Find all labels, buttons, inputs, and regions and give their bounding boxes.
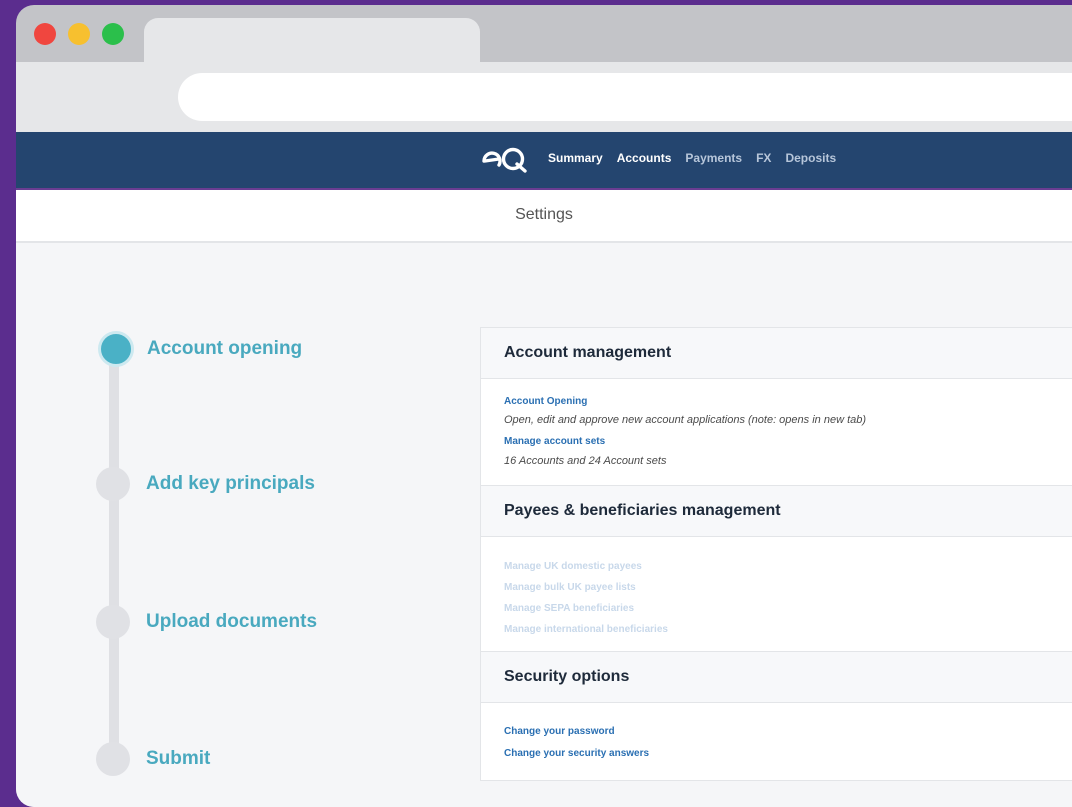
manage-sepa-beneficiaries-link[interactable]: Manage SEPA beneficiaries <box>504 603 634 614</box>
nav-links: Summary Accounts Payments FX Deposits <box>548 151 836 165</box>
account-opening-description: Open, edit and approve new account appli… <box>504 414 867 426</box>
section-payees-title: Payees & beneficiaries management <box>481 485 1072 537</box>
step-label: Add key principals <box>146 473 315 494</box>
window-controls <box>34 23 124 45</box>
eq-logo[interactable]: eQ <box>482 146 530 174</box>
step-indicator <box>96 467 130 501</box>
step-account-opening[interactable]: Account opening <box>96 331 302 367</box>
page-title: Settings <box>16 190 1072 243</box>
settings-panel: Account management Account Opening Open,… <box>480 327 1072 781</box>
step-add-key-principals[interactable]: Add key principals <box>96 466 315 502</box>
section-payees: Manage UK domestic payees Manage bulk UK… <box>481 537 1072 651</box>
section-security: Change your password Change your securit… <box>481 703 1072 779</box>
browser-window: eQ Summary Accounts Payments FX Deposits… <box>16 5 1072 807</box>
manage-bulk-uk-payee-lists-link[interactable]: Manage bulk UK payee lists <box>504 582 636 593</box>
step-indicator-active <box>98 331 134 367</box>
nav-accounts[interactable]: Accounts <box>617 151 672 165</box>
step-submit[interactable]: Submit <box>96 741 210 777</box>
step-upload-documents[interactable]: Upload documents <box>96 604 317 640</box>
step-indicator <box>96 605 130 639</box>
change-security-answers-link[interactable]: Change your security answers <box>504 748 649 759</box>
minimize-window-button[interactable] <box>68 23 90 45</box>
manage-account-sets-link[interactable]: Manage account sets <box>504 436 605 447</box>
main-content: Account opening Add key principals Uploa… <box>16 243 1072 807</box>
top-navigation: eQ Summary Accounts Payments FX Deposits <box>16 132 1072 190</box>
account-sets-summary: 16 Accounts and 24 Account sets <box>504 455 667 467</box>
maximize-window-button[interactable] <box>102 23 124 45</box>
close-window-button[interactable] <box>34 23 56 45</box>
section-security-title: Security options <box>481 651 1072 703</box>
onboarding-stepper: Account opening Add key principals Uploa… <box>96 331 416 781</box>
step-label: Submit <box>146 748 211 769</box>
account-opening-link[interactable]: Account Opening <box>504 396 587 407</box>
step-label: Account opening <box>147 338 303 359</box>
change-password-link[interactable]: Change your password <box>504 726 615 737</box>
manage-uk-domestic-payees-link[interactable]: Manage UK domestic payees <box>504 561 642 572</box>
section-account-management: Account Opening Open, edit and approve n… <box>481 379 1072 485</box>
nav-payments[interactable]: Payments <box>685 151 742 165</box>
nav-deposits[interactable]: Deposits <box>785 151 836 165</box>
manage-international-beneficiaries-link[interactable]: Manage international beneficiaries <box>504 624 668 635</box>
section-account-management-title: Account management <box>481 328 1072 379</box>
browser-toolbar <box>16 62 1072 136</box>
nav-summary[interactable]: Summary <box>548 151 603 165</box>
nav-fx[interactable]: FX <box>756 151 771 165</box>
stepper-track <box>109 347 119 757</box>
step-indicator <box>96 742 130 776</box>
address-bar[interactable] <box>178 73 1072 121</box>
browser-tab[interactable] <box>144 18 480 68</box>
step-label: Upload documents <box>146 611 318 632</box>
